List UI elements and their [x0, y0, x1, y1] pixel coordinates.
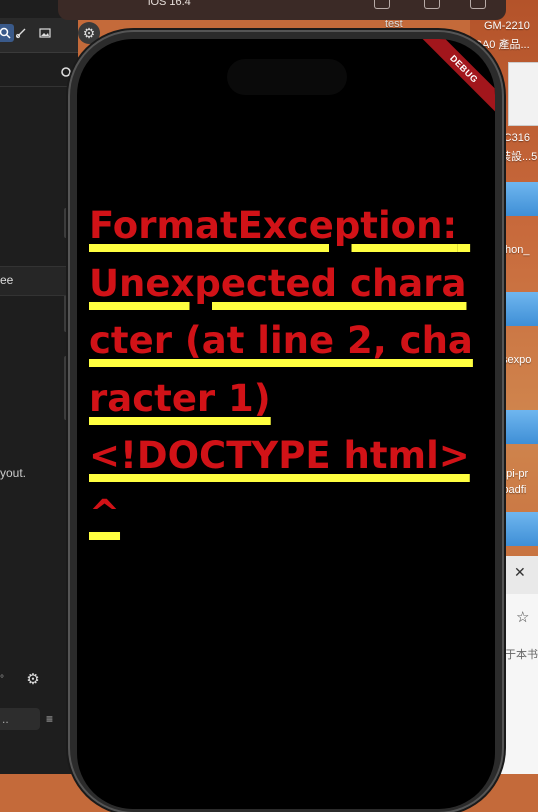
desktop-item-label[interactable]: api-pr	[500, 468, 528, 480]
tree-row-label: ee	[0, 273, 14, 287]
brush-icon[interactable]	[12, 24, 30, 42]
desktop-item-label[interactable]: 裝設...5	[500, 148, 537, 164]
phone-screen[interactable]: DEBUG FormatException: Unexpected charac…	[77, 39, 495, 809]
folder-icon[interactable]	[498, 410, 538, 444]
gear-icon[interactable]: ⚙	[78, 22, 100, 44]
home-button[interactable]	[470, 0, 486, 9]
bookmark-star-icon[interactable]: ☆	[516, 608, 529, 626]
simulator-titlebar: iOS 16.4	[58, 0, 506, 20]
image-icon[interactable]	[36, 24, 54, 42]
ios-version-label: iOS 16.4	[148, 0, 191, 8]
dynamic-island	[227, 59, 347, 95]
ide-partial-text: yout.	[0, 466, 27, 480]
ide-status-dot: °	[0, 674, 4, 685]
folder-icon[interactable]	[498, 292, 538, 326]
folder-icon[interactable]	[498, 182, 538, 216]
screenshot-button[interactable]	[374, 0, 390, 9]
desktop-item-label[interactable]: loadfi	[500, 484, 526, 496]
ide-toolbar	[0, 18, 78, 53]
gear-icon[interactable]: ⚙	[24, 670, 42, 688]
rotate-button[interactable]	[424, 0, 440, 9]
ide-search-row[interactable]	[0, 62, 78, 87]
close-icon[interactable]: ✕	[514, 564, 526, 581]
desktop-file-thumbnail[interactable]	[508, 62, 538, 126]
desktop-item-label[interactable]: GM-2210	[484, 20, 530, 32]
desktop-item-label[interactable]: thon_	[502, 244, 530, 256]
ide-filter-input[interactable]: ..	[0, 708, 40, 730]
desktop-item-label[interactable]: sexpo	[502, 354, 531, 366]
ide-window: ee yout. ° ⚙ .. ≡	[0, 0, 78, 774]
error-message: FormatException: Unexpected character (a…	[89, 204, 473, 535]
desktop-item-label[interactable]: -C316	[500, 132, 530, 144]
filter-list-icon[interactable]: ≡	[46, 712, 62, 726]
tree-row[interactable]: ee	[0, 266, 78, 296]
folder-icon[interactable]	[498, 512, 538, 546]
